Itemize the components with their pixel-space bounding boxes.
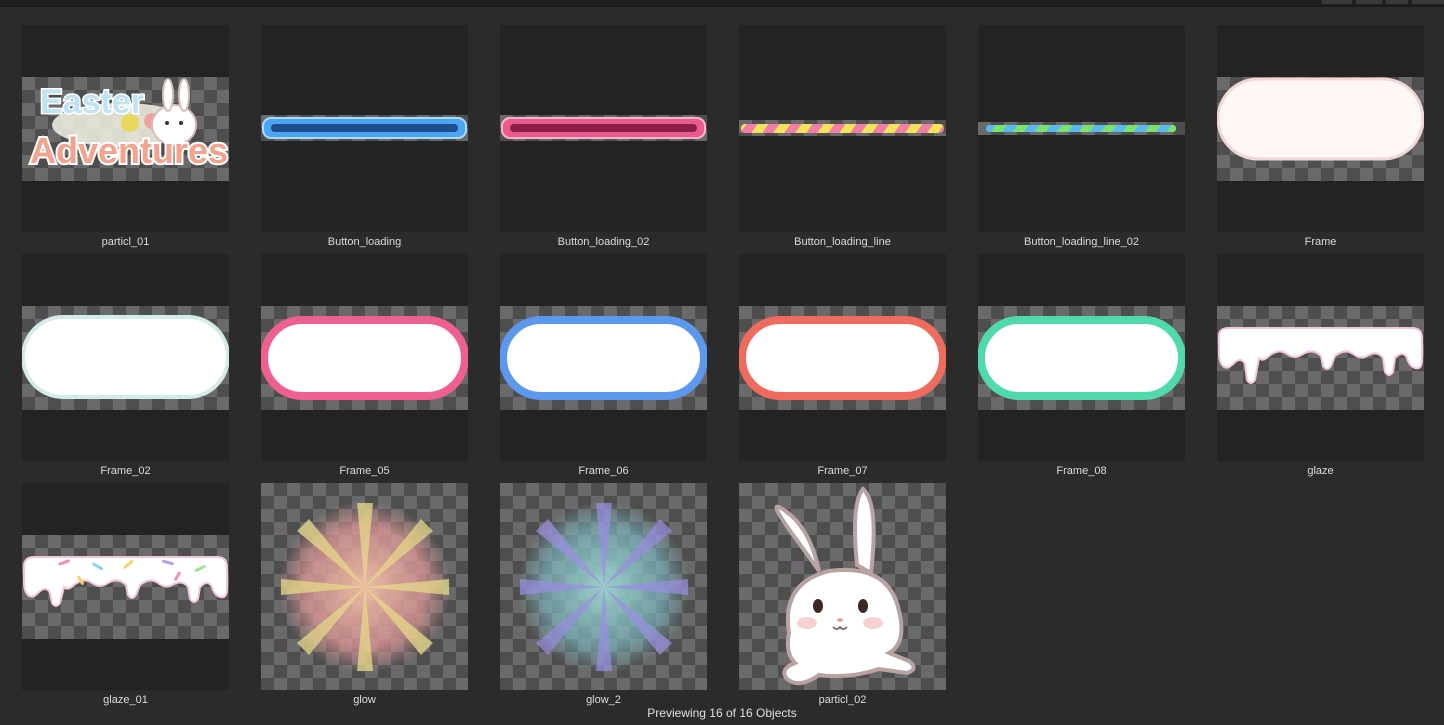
preview-status-text: Previewing 16 of 16 Objects	[647, 706, 797, 720]
asset-label: glaze	[1307, 465, 1334, 477]
asset-label: Frame_05	[339, 465, 390, 477]
asset-tile-glaze-01[interactable]: glaze_01	[22, 483, 229, 706]
asset-tile-particl-01[interactable]: Easter Adventures particl_01	[22, 25, 229, 248]
asset-label: particl_02	[818, 694, 867, 706]
asset-thumbnail	[1217, 254, 1424, 461]
asset-thumbnail	[22, 483, 229, 690]
svg-text:Adventures: Adventures	[30, 130, 228, 171]
asset-thumbnail	[261, 25, 468, 232]
asset-tile-glow-2[interactable]: glow_2	[500, 483, 707, 706]
easter-adventures-logo-image: Easter Adventures	[28, 78, 229, 173]
asset-tile-frame-07[interactable]: Frame_07	[739, 254, 946, 477]
asset-tile-frame-08[interactable]: Frame_08	[978, 254, 1185, 477]
asset-thumbnail	[1217, 25, 1424, 232]
asset-label: particl_01	[101, 236, 150, 248]
asset-thumbnail	[978, 254, 1185, 461]
asset-tile-frame-02[interactable]: Frame_02	[22, 254, 229, 477]
asset-label: glow	[353, 694, 376, 706]
asset-thumbnail	[261, 254, 468, 461]
asset-tile-button-loading-line[interactable]: Button_loading_line	[739, 25, 946, 248]
asset-label: Button_loading	[327, 236, 402, 248]
asset-label: Button_loading_02	[557, 236, 650, 248]
asset-thumbnail	[739, 25, 946, 232]
asset-label: glow_2	[586, 694, 621, 706]
asset-tile-button-loading[interactable]: Button_loading	[261, 25, 468, 248]
asset-label: Frame_02	[100, 465, 151, 477]
asset-thumbnail	[739, 254, 946, 461]
asset-label: glaze_01	[103, 694, 148, 706]
asset-thumbnail	[500, 483, 707, 690]
asset-thumbnail	[739, 483, 946, 690]
asset-label: Button_loading_line	[794, 236, 891, 248]
asset-tile-glow[interactable]: glow	[261, 483, 468, 706]
asset-tile-frame-05[interactable]: Frame_05	[261, 254, 468, 477]
asset-tile-glaze[interactable]: glaze	[1217, 254, 1424, 477]
asset-tile-frame-06[interactable]: Frame_06	[500, 254, 707, 477]
asset-tile-frame[interactable]: Frame	[1217, 25, 1424, 248]
asset-label: Button_loading_line_02	[1024, 236, 1139, 248]
bunny-image	[774, 486, 916, 686]
asset-label: Frame_07	[817, 465, 868, 477]
asset-label: Frame	[1304, 236, 1337, 248]
asset-thumbnail	[978, 25, 1185, 232]
asset-tile-button-loading-line-02[interactable]: Button_loading_line_02	[978, 25, 1185, 248]
asset-thumbnail	[261, 483, 468, 690]
asset-preview-grid: Easter Adventures particl_01 Button_load…	[0, 0, 1444, 725]
asset-tile-button-loading-02[interactable]: Button_loading_02	[500, 25, 707, 248]
asset-thumbnail: Easter Adventures	[22, 25, 229, 232]
asset-label: Frame_06	[578, 465, 629, 477]
asset-thumbnail	[500, 254, 707, 461]
asset-label: Frame_08	[1056, 465, 1107, 477]
asset-thumbnail	[22, 254, 229, 461]
asset-tile-particl-02[interactable]: particl_02	[739, 483, 946, 706]
asset-thumbnail	[500, 25, 707, 232]
